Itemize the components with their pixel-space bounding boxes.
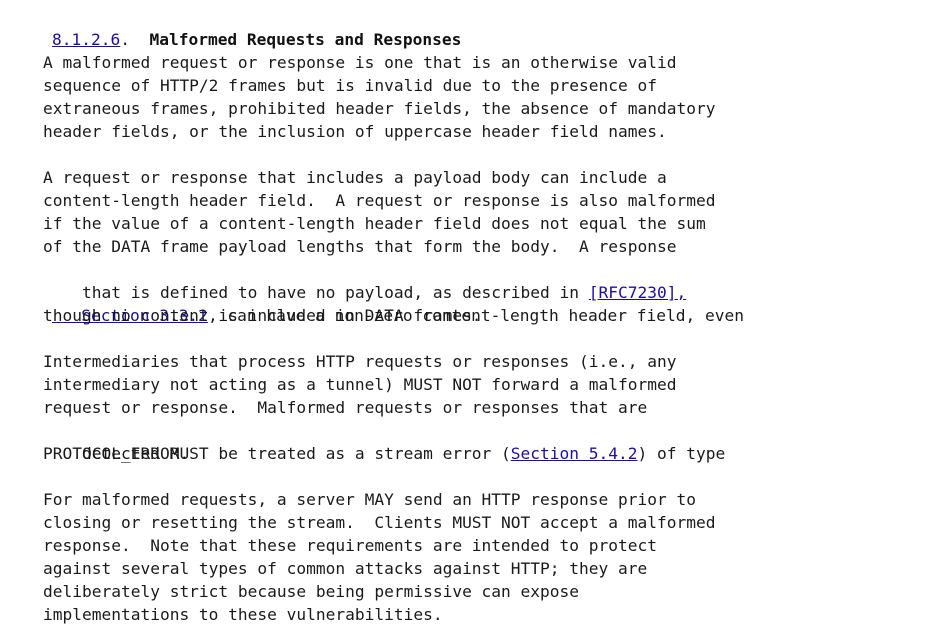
paragraph-2-line-2: content-length header field. A request o… (43, 191, 716, 210)
paragraph-1-line-1: A malformed request or response is one t… (43, 53, 677, 72)
section-title: Malformed Requests and Responses (149, 30, 462, 49)
paragraph-4-line-4: against several types of common attacks … (43, 559, 648, 578)
paragraph-2-line-3: if the value of a content-length header … (43, 214, 706, 233)
paragraph-3-line-3: request or response. Malformed requests … (43, 398, 648, 417)
paragraph-3-line-5: PROTOCOL_ERROR. (43, 444, 190, 463)
paragraph-2-line-1: A request or response that includes a pa… (43, 168, 667, 187)
paragraph-4-line-5: deliberately strict because being permis… (43, 582, 580, 601)
paragraph-1-line-4: header fields, or the inclusion of upper… (43, 122, 667, 141)
paragraph-2-line-6: Section 3.3.2, can have a non-zero conte… (13, 281, 744, 325)
paragraph-2-line-7: though no content is included in DATA fr… (43, 306, 482, 325)
paragraph-1-line-3: extraneous frames, prohibited header fie… (43, 99, 716, 118)
section-number-dot: . (120, 30, 130, 49)
section-5-4-2-link[interactable]: Section 5.4.2 (511, 444, 638, 463)
paragraph-3-line-4: detected MUST be treated as a stream err… (43, 419, 725, 463)
heading-gap (130, 30, 150, 49)
paragraph-1-line-2: sequence of HTTP/2 frames but is invalid… (43, 76, 657, 95)
paragraph-2-line-5: that is defined to have no payload, as d… (43, 258, 686, 302)
paragraph-3-line-2: intermediary not acting as a tunnel) MUS… (43, 375, 677, 394)
section-number-link[interactable]: 8.1.2.6 (52, 30, 120, 49)
paragraph-4-line-3: response. Note that these requirements a… (43, 536, 657, 555)
paragraph-3-line-4-tail: ) of type (637, 444, 726, 463)
paragraph-3-line-1: Intermediaries that process HTTP request… (43, 352, 677, 371)
paragraph-4-line-1: For malformed requests, a server MAY sen… (43, 490, 696, 509)
rfc-section-page: 8.1.2.6. Malformed Requests and Response… (0, 0, 934, 630)
paragraph-4-line-2: closing or resetting the stream. Clients… (43, 513, 716, 532)
section-heading: 8.1.2.6. Malformed Requests and Response… (13, 5, 461, 49)
paragraph-4-line-6: implementations to these vulnerabilities… (43, 605, 443, 624)
paragraph-2-line-4: of the DATA frame payload lengths that f… (43, 237, 677, 256)
